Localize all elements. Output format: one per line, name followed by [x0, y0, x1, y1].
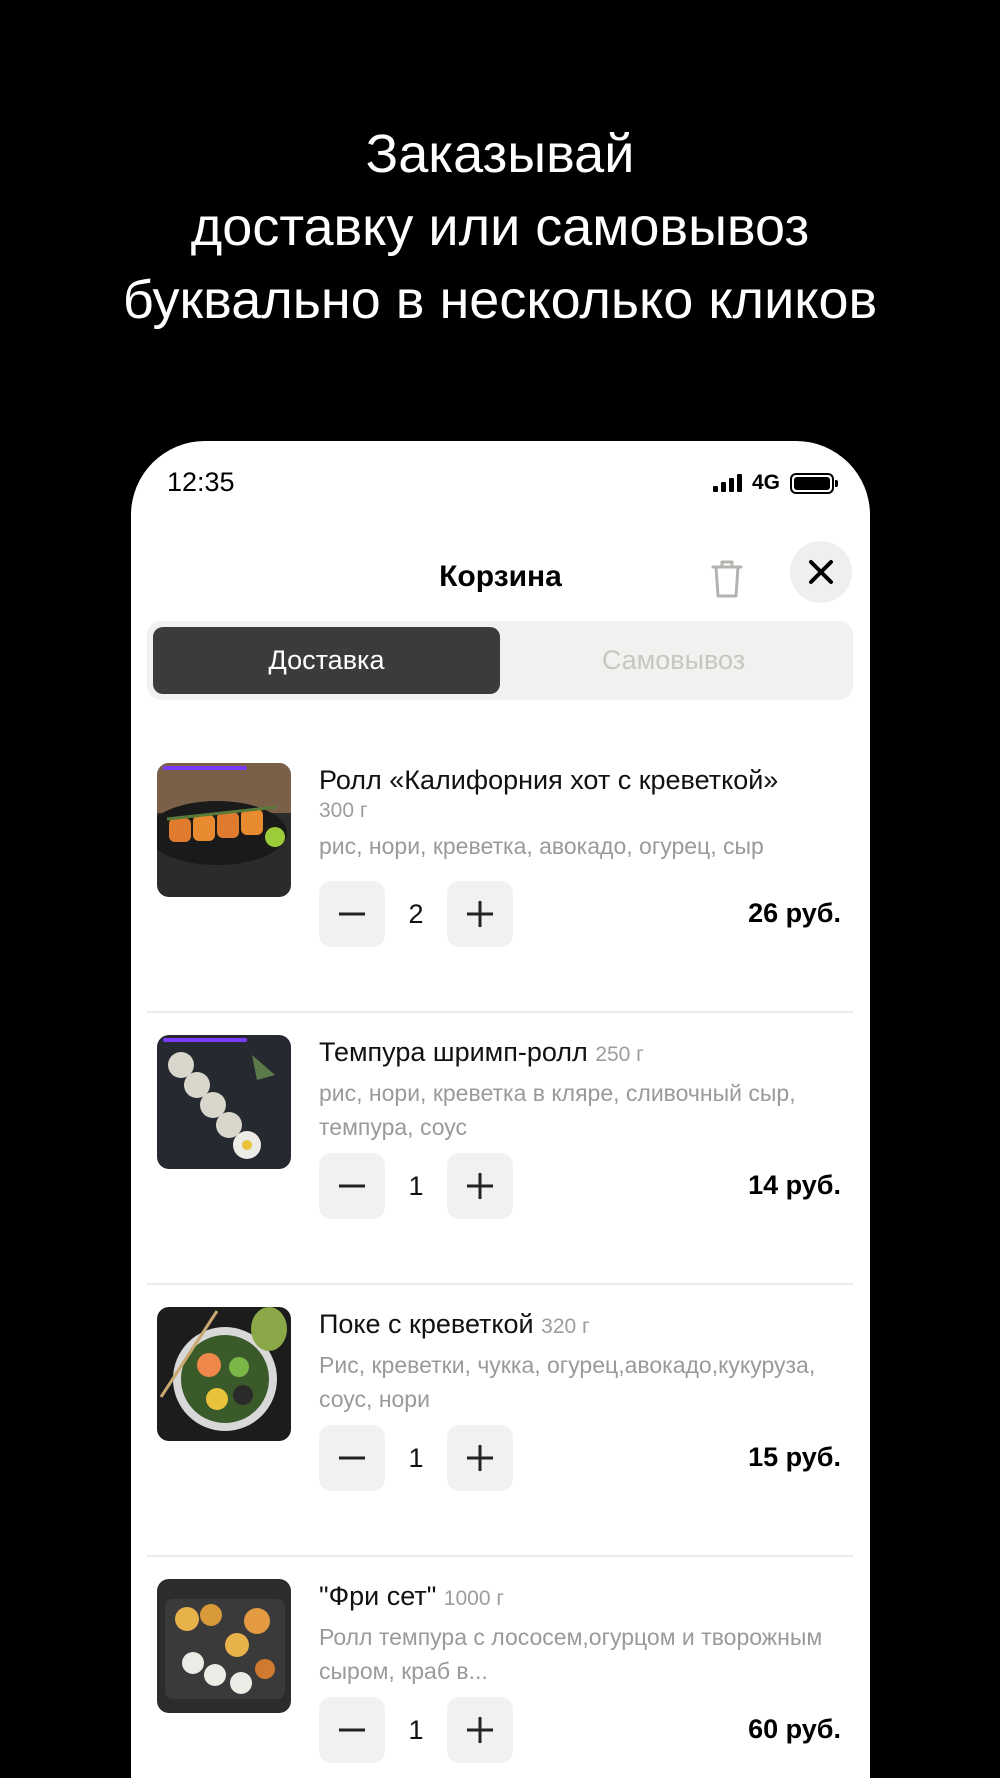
status-bar: 12:35 4G — [131, 441, 870, 521]
product-image — [157, 1307, 291, 1441]
delivery-mode-toggle: Доставка Самовывоз — [147, 621, 853, 700]
cart-item: "Фри сет" 1000 г Ролл темпура с лососем,… — [147, 1557, 853, 1778]
status-icons: 4G — [712, 471, 838, 495]
product-description: рис, нори, креветка в кляре, сливочный с… — [319, 1080, 796, 1140]
quantity-stepper: 1 — [319, 1425, 513, 1491]
page-title: Корзина — [439, 560, 562, 593]
quantity-value: 1 — [408, 1714, 424, 1745]
phone-screen: 12:35 4G Корзина Доставка Самовывоз Ролл… — [131, 441, 870, 1778]
quantity-value: 1 — [408, 1442, 424, 1473]
plus-icon[interactable] — [447, 1425, 513, 1491]
status-time: 12:35 — [167, 467, 235, 497]
cart-items-list: Ролл «Калифорния хот с креветкой» 300 г … — [147, 741, 853, 1778]
product-description: рис, нори, креветка, авокадо, огурец, сы… — [319, 833, 764, 859]
plus-icon[interactable] — [447, 1153, 513, 1219]
product-weight: 320 г — [541, 1315, 590, 1338]
headline-line-3: буквально в несколько кликов — [122, 270, 878, 330]
trash-icon[interactable] — [707, 556, 747, 602]
product-description: Ролл темпура с лососем,огурцом и творожн… — [319, 1624, 823, 1684]
quantity-stepper: 2 — [319, 881, 513, 947]
product-weight: 1000 г — [443, 1587, 505, 1610]
headline-line-2: доставку или самовывоз — [190, 197, 810, 257]
headline-line-1: Заказывай — [365, 124, 635, 184]
tab-pickup[interactable]: Самовывоз — [500, 627, 847, 694]
plus-icon[interactable] — [447, 881, 513, 947]
minus-icon[interactable] — [319, 1153, 385, 1219]
minus-icon[interactable] — [319, 1425, 385, 1491]
item-price: 60 руб. — [748, 1714, 841, 1744]
product-name: Ролл «Калифорния хот с креветкой» — [319, 765, 779, 795]
product-image — [157, 1035, 291, 1169]
quantity-value: 1 — [408, 1170, 424, 1201]
cart-item: Ролл «Калифорния хот с креветкой» 300 г … — [147, 741, 853, 1013]
product-description: Рис, креветки, чукка, огурец,авокадо,кук… — [319, 1352, 816, 1412]
product-image — [157, 1579, 291, 1713]
close-icon[interactable] — [790, 541, 852, 603]
cart-item: Темпура шримп-ролл 250 г рис, нори, крев… — [147, 1013, 853, 1285]
cart-header: Корзина — [131, 541, 870, 616]
product-weight: 250 г — [595, 1043, 644, 1066]
network-label: 4G — [751, 471, 780, 494]
quantity-value: 2 — [408, 898, 424, 929]
quantity-stepper: 1 — [319, 1153, 513, 1219]
product-name: "Фри сет" — [319, 1581, 437, 1611]
promo-headline: Заказывай доставку или самовывоз букваль… — [0, 118, 1000, 337]
plus-icon[interactable] — [447, 1697, 513, 1763]
item-price: 14 руб. — [748, 1170, 841, 1200]
item-price: 26 руб. — [748, 898, 841, 928]
quantity-stepper: 1 — [319, 1697, 513, 1763]
minus-icon[interactable] — [319, 881, 385, 947]
cart-item: Поке с креветкой 320 г Рис, креветки, чу… — [147, 1285, 853, 1557]
product-name: Темпура шримп-ролл — [319, 1037, 588, 1067]
signal-icon — [712, 474, 742, 492]
item-price: 15 руб. — [748, 1442, 841, 1472]
product-name: Поке с креветкой — [319, 1309, 534, 1339]
minus-icon[interactable] — [319, 1697, 385, 1763]
product-image — [157, 763, 291, 897]
tab-delivery[interactable]: Доставка — [153, 627, 500, 694]
battery-icon — [790, 472, 838, 494]
product-weight: 300 г — [319, 799, 368, 822]
